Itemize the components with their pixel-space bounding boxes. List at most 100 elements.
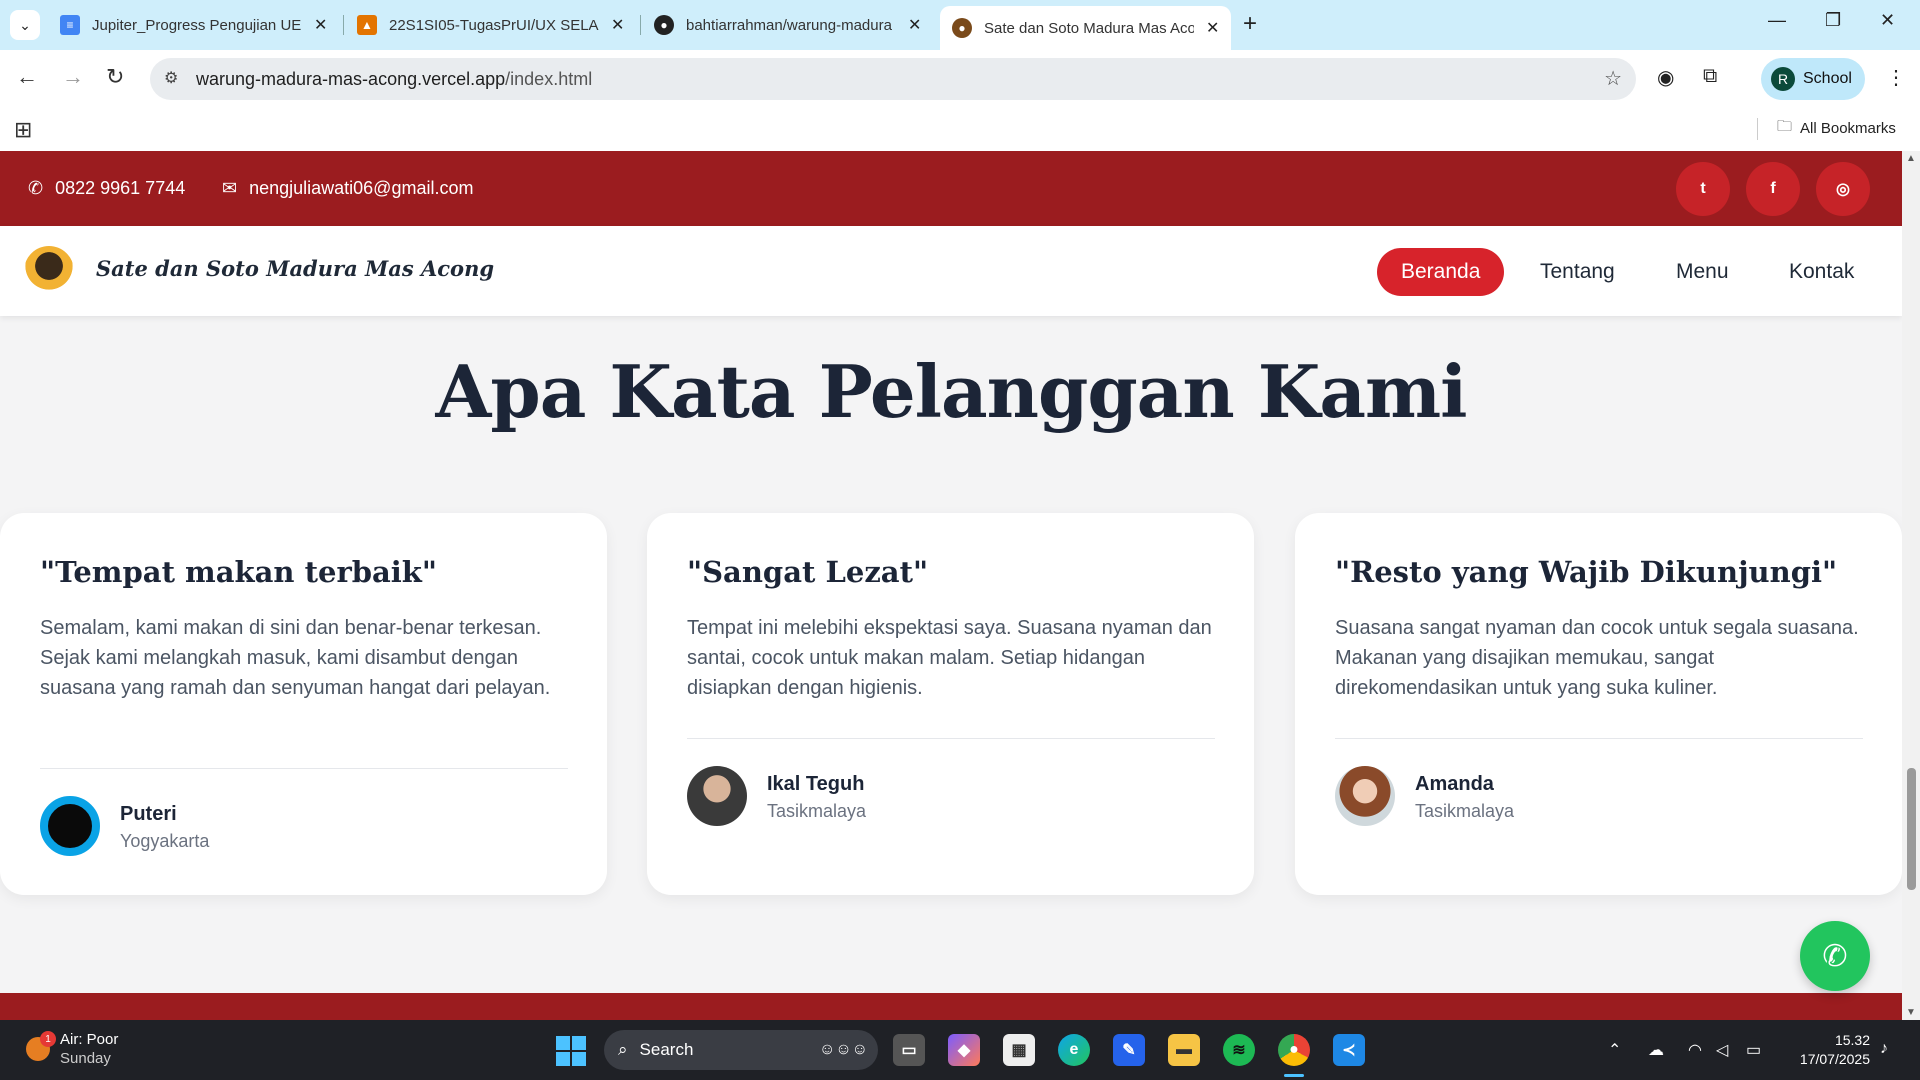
- restore-icon[interactable]: ❐: [1825, 10, 1841, 31]
- volume-icon[interactable]: ◁: [1716, 1040, 1728, 1060]
- active-app-indicator: [1284, 1074, 1304, 1077]
- profile-button[interactable]: R School: [1761, 58, 1865, 100]
- reviewer-name: Amanda: [1415, 773, 1494, 795]
- task-view-icon[interactable]: ▭: [893, 1034, 925, 1066]
- extension-copilot-icon[interactable]: ◉: [1657, 65, 1674, 90]
- tab-label: Jupiter_Progress Pengujian UEQ: [92, 16, 302, 34]
- browser-toolbar: ← → ↻ ⚙ warung-madura-mas-acong.vercel.a…: [0, 50, 1920, 108]
- reload-icon[interactable]: ↻: [106, 64, 124, 90]
- footer-strip: [0, 993, 1902, 1020]
- nav-tentang[interactable]: Tentang: [1516, 248, 1639, 296]
- twitter-icon[interactable]: t: [1676, 162, 1730, 216]
- edge-icon[interactable]: e: [1058, 1034, 1090, 1066]
- spotify-icon[interactable]: ≋: [1223, 1034, 1255, 1066]
- start-windows-icon[interactable]: [556, 1036, 586, 1066]
- taskbar-search[interactable]: ⌕ Search ☺☺☺: [604, 1030, 878, 1070]
- testimonial-card: "Tempat makan terbaik" Semalam, kami mak…: [0, 513, 607, 895]
- url-path: /index.html: [505, 69, 593, 89]
- close-icon[interactable]: ✕: [908, 15, 921, 35]
- tab-github-repo[interactable]: ● bahtiarrahman/warung-madura ✕: [642, 6, 933, 44]
- window-close-icon[interactable]: ✕: [1880, 10, 1895, 31]
- site-navbar: Sate dan Soto Madura Mas Acong Beranda T…: [0, 226, 1902, 316]
- clock-time: 15.32: [1834, 1032, 1870, 1048]
- avatar: [40, 796, 100, 856]
- email-contact[interactable]: ✉ nengjuliawati06@gmail.com: [222, 178, 473, 199]
- testimonial-title: "Sangat Lezat": [687, 555, 929, 589]
- new-tab-plus-icon[interactable]: +: [1243, 10, 1257, 38]
- reviewer-name: Puteri: [120, 803, 177, 825]
- card-divider: [687, 738, 1215, 739]
- file-explorer-icon[interactable]: ▬: [1168, 1034, 1200, 1066]
- clock-date: 17/07/2025: [1799, 1051, 1870, 1067]
- tab-search-chevron-icon[interactable]: ⌄: [10, 10, 40, 40]
- tab-jupiter-progress[interactable]: ≡ Jupiter_Progress Pengujian UEQ ✕: [48, 6, 339, 44]
- vscode-icon[interactable]: ≺: [1333, 1034, 1365, 1066]
- close-icon[interactable]: ✕: [314, 15, 327, 35]
- nav-beranda[interactable]: Beranda: [1377, 248, 1505, 296]
- tray-chevron-icon[interactable]: ⌃: [1608, 1040, 1621, 1060]
- testimonial-card: "Resto yang Wajib Dikunjungi" Suasana sa…: [1295, 513, 1902, 895]
- site-favicon-icon: ●: [952, 18, 972, 38]
- bookmarks-bar: ⊞ 🗀 All Bookmarks: [0, 108, 1920, 151]
- phone-contact[interactable]: ✆ 0822 9961 7744: [28, 178, 185, 199]
- nav-kontak[interactable]: Kontak: [1765, 248, 1878, 296]
- avatar: [687, 766, 747, 826]
- testimonial-title: "Resto yang Wajib Dikunjungi": [1335, 555, 1838, 589]
- minimize-icon[interactable]: —: [1768, 10, 1786, 31]
- github-icon: ●: [654, 15, 674, 35]
- apps-grid-icon[interactable]: ⊞: [14, 117, 32, 143]
- chrome-icon[interactable]: ●: [1278, 1034, 1310, 1066]
- weather-widget[interactable]: 1 Air: Poor Sunday: [26, 1030, 118, 1068]
- web-page: ✆ 0822 9961 7744 ✉ nengjuliawati06@gmail…: [0, 151, 1902, 1020]
- scroll-up-arrow-icon[interactable]: ▲: [1906, 153, 1916, 164]
- tab-sate-soto-active[interactable]: ● Sate dan Soto Madura Mas Acong ✕: [940, 6, 1232, 50]
- windows-taskbar: 1 Air: Poor Sunday ⌕ Search ☺☺☺ ▭ ◆ ▦ e …: [0, 1020, 1920, 1080]
- classroom-icon: ▲: [357, 15, 377, 35]
- copilot-icon[interactable]: ◆: [948, 1034, 980, 1066]
- instagram-icon[interactable]: ◎: [1816, 162, 1870, 216]
- facebook-icon[interactable]: f: [1746, 162, 1800, 216]
- bookmark-star-icon[interactable]: ☆: [1604, 66, 1622, 91]
- phone-icon: ✆: [28, 178, 44, 198]
- forward-arrow-icon[interactable]: →: [62, 64, 84, 90]
- tab-separator: [343, 15, 344, 35]
- reviewer-name: Ikal Teguh: [767, 773, 865, 795]
- clock[interactable]: 15.32 17/07/2025: [1788, 1031, 1870, 1069]
- contact-topbar: ✆ 0822 9961 7744 ✉ nengjuliawati06@gmail…: [0, 151, 1902, 226]
- store-icon[interactable]: ▦: [1003, 1034, 1035, 1066]
- testimonial-title: "Tempat makan terbaik": [40, 555, 438, 589]
- all-bookmarks-label: All Bookmarks: [1800, 120, 1896, 137]
- avatar: R: [1771, 67, 1795, 91]
- app-pen-icon[interactable]: ✎: [1113, 1034, 1145, 1066]
- address-bar[interactable]: ⚙ warung-madura-mas-acong.vercel.app/ind…: [150, 58, 1636, 100]
- tab-tugas-prui[interactable]: ▲ 22S1SI05-TugasPrUI/UX SELASA ✕: [345, 6, 636, 44]
- avatar: [1335, 766, 1395, 826]
- tab-strip: ⌄ ≡ Jupiter_Progress Pengujian UEQ ✕ ▲ 2…: [0, 0, 1920, 50]
- nav-menu[interactable]: Menu: [1652, 248, 1753, 296]
- tab-separator: [640, 15, 641, 35]
- phone-number: 0822 9961 7744: [55, 178, 186, 198]
- site-logo[interactable]: [24, 246, 74, 296]
- notifications-bell-icon[interactable]: ♪: [1880, 1040, 1888, 1058]
- tab-label: 22S1SI05-TugasPrUI/UX SELASA: [389, 16, 599, 34]
- scroll-down-arrow-icon[interactable]: ▼: [1906, 1007, 1916, 1018]
- whatsapp-icon[interactable]: ✆: [1800, 921, 1870, 991]
- back-arrow-icon[interactable]: ←: [16, 64, 38, 90]
- site-info-icon[interactable]: ⚙: [164, 68, 178, 88]
- weather-title: Air: Poor: [60, 1031, 119, 1048]
- more-menu-icon[interactable]: ⋮: [1886, 65, 1906, 90]
- weather-text: Air: Poor Sunday: [60, 1030, 118, 1068]
- extensions-puzzle-icon[interactable]: ⧉: [1703, 65, 1717, 88]
- brand-name[interactable]: Sate dan Soto Madura Mas Acong: [96, 256, 494, 281]
- onedrive-icon[interactable]: ☁: [1648, 1040, 1664, 1060]
- close-icon[interactable]: ✕: [1206, 18, 1219, 38]
- card-divider: [1335, 738, 1863, 739]
- all-bookmarks-button[interactable]: 🗀 All Bookmarks: [1777, 116, 1896, 141]
- wifi-icon[interactable]: ◠: [1688, 1040, 1702, 1060]
- close-icon[interactable]: ✕: [611, 15, 624, 35]
- battery-icon[interactable]: ▭: [1746, 1040, 1761, 1060]
- tab-label: Sate dan Soto Madura Mas Acong: [984, 19, 1194, 37]
- scroll-thumb[interactable]: [1907, 768, 1916, 890]
- page-scrollbar[interactable]: ▲ ▼: [1902, 151, 1920, 1020]
- testimonial-text: Suasana sangat nyaman dan cocok untuk se…: [1335, 617, 1859, 699]
